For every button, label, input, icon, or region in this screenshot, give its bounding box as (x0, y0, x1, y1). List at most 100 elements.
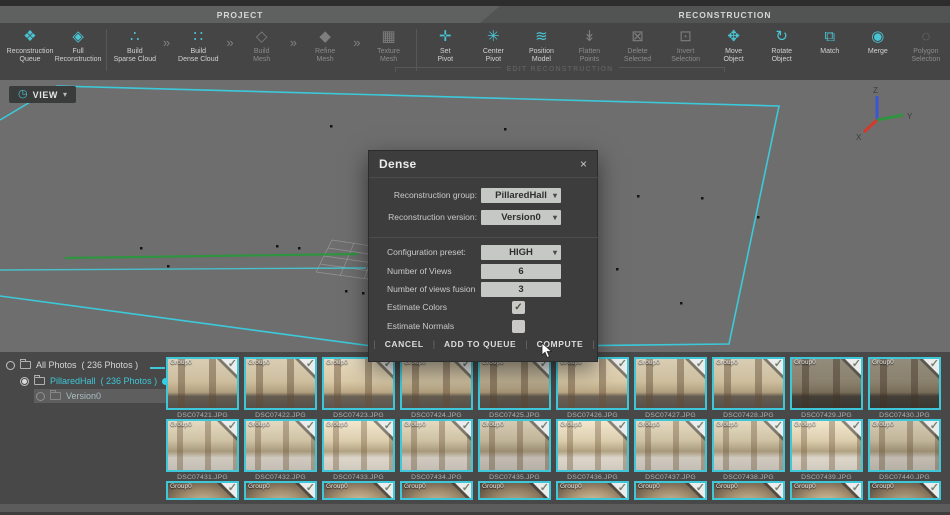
center-pivot-button[interactable]: ✳ Center Pivot (469, 27, 517, 64)
full-reconstruction-button[interactable]: ◈ Full Reconstruction (54, 27, 102, 64)
photo-thumb[interactable]: ✓ Group0 DSC07439.JPG (790, 419, 863, 483)
photo-thumb[interactable]: ✓ Group0 (790, 481, 863, 505)
tree-item-pillaredhall[interactable]: PillaredHall ( 236 Photos ) (20, 373, 169, 389)
move-object-button[interactable]: ✥ Move Object (710, 27, 758, 64)
build-dense-cloud-button[interactable]: ∷ Build Dense Cloud (174, 27, 222, 64)
edit-reconstruction-group-label: EDIT RECONSTRUCTION (395, 66, 725, 73)
photo-thumb[interactable]: ✓ Group0 (478, 481, 551, 505)
toolbar-separator[interactable] (102, 27, 111, 71)
axis-z-label: Z (873, 86, 878, 95)
trajectory-line-green (65, 254, 358, 258)
group-badge: Group0 (872, 359, 894, 366)
photo-thumb[interactable]: ✓ Group0 DSC07435.JPG (478, 419, 551, 483)
delete-selected-icon: ⊠ (631, 27, 644, 47)
photo-thumb[interactable]: ✓ Group0 DSC07436.JPG (556, 419, 629, 483)
reconstruction-version-dropdown[interactable]: Version0 ▾ (481, 210, 561, 225)
photo-thumb[interactable]: ✓ Group0 (556, 481, 629, 505)
match-button[interactable]: ⧉ Match (806, 27, 854, 56)
rotate-object-button[interactable]: ↻ Rotate Object (758, 27, 806, 64)
chevron-down-icon: ▾ (553, 248, 557, 257)
photo-thumb[interactable]: ✓ Group0 DSC07433.JPG (322, 419, 395, 483)
photo-thumb[interactable]: ✓ Group0 DSC07424.JPG (400, 357, 473, 421)
texture-mesh-button[interactable]: ▦ Texture Mesh (365, 27, 413, 64)
photo-thumb[interactable]: ✓ Group0 DSC07432.JPG (244, 419, 317, 483)
estimate-normals-checkbox[interactable] (512, 320, 525, 333)
application-window: PROJECT RECONSTRUCTION ❖ Reconstruction … (0, 0, 950, 515)
view-menu-button[interactable]: ◷ VIEW ▾ (9, 86, 76, 103)
polygon-selection-icon: ◌ (921, 27, 930, 47)
group-badge: Group0 (716, 483, 738, 490)
check-icon: ✓ (696, 419, 705, 432)
photo-thumb[interactable]: ✓ Group0 (322, 481, 395, 505)
configuration-preset-dropdown[interactable]: HIGH ▾ (481, 245, 561, 260)
tab-reconstruction[interactable]: RECONSTRUCTION (500, 6, 950, 23)
photo-thumb[interactable]: ✓ Group0 (400, 481, 473, 505)
photo-thumb[interactable]: ✓ Group0 (166, 481, 239, 505)
photo-thumb[interactable]: ✓ Group0 DSC07422.JPG (244, 357, 317, 421)
radio-selected-icon[interactable] (20, 377, 29, 386)
reconstruction-queue-button[interactable]: ❖ Reconstruction Queue (6, 27, 54, 64)
photo-thumb[interactable]: ✓ Group0 (868, 481, 941, 505)
flow-arrow-icon[interactable]: » (286, 27, 301, 53)
dense-cloud-icon: ∷ (193, 27, 203, 47)
invert-selection-button[interactable]: ⊡ Invert Selection (662, 27, 710, 64)
photo-thumb[interactable]: ✓ Group0 DSC07425.JPG (478, 357, 551, 421)
check-icon: ✓ (774, 357, 783, 370)
horizontal-scrollbar[interactable] (0, 504, 950, 512)
photo-thumb[interactable]: ✓ Group0 DSC07434.JPG (400, 419, 473, 483)
photo-thumb[interactable]: ✓ Group0 (244, 481, 317, 505)
build-sparse-cloud-button[interactable]: ∴ Build Sparse Cloud (111, 27, 159, 64)
close-icon[interactable]: × (580, 158, 587, 170)
rotate-object-icon: ↻ (775, 27, 788, 47)
photo-thumb[interactable]: ✓ Group0 DSC07437.JPG (634, 419, 707, 483)
group-badge: Group0 (404, 421, 426, 428)
photo-thumb[interactable]: ✓ Group0 DSC07440.JPG (868, 419, 941, 483)
flatten-points-button[interactable]: ↡ Flatten Points (565, 27, 613, 64)
photo-thumb[interactable]: ✓ Group0 DSC07431.JPG (166, 419, 239, 483)
estimate-colors-checkbox[interactable]: ✓ (512, 301, 525, 314)
photo-thumb[interactable]: ✓ Group0 DSC07423.JPG (322, 357, 395, 421)
photo-thumb[interactable]: ✓ Group0 DSC07426.JPG (556, 357, 629, 421)
match-icon: ⧉ (824, 27, 835, 47)
toolbar-button-label: Set Pivot (438, 48, 454, 64)
photo-thumb[interactable]: ✓ Group0 DSC07430.JPG (868, 357, 941, 421)
delete-selected-button[interactable]: ⊠ Delete Selected (614, 27, 662, 64)
photo-thumb[interactable]: ✓ Group0 DSC07427.JPG (634, 357, 707, 421)
photo-thumb[interactable]: ✓ Group0 (712, 481, 785, 505)
build-mesh-button[interactable]: ◇ Build Mesh (238, 27, 286, 64)
number-of-views-fusion-label: Number of views fusion (387, 284, 477, 294)
flow-arrow-icon[interactable]: » (222, 27, 237, 53)
radio-icon[interactable] (36, 392, 45, 401)
check-icon: ✓ (852, 481, 861, 494)
toolbar-button-label: Merge (868, 48, 888, 56)
photo-thumb[interactable]: ✓ Group0 (634, 481, 707, 505)
cancel-button[interactable]: CANCEL (385, 339, 424, 349)
photo-thumb[interactable]: ✓ Group0 DSC07438.JPG (712, 419, 785, 483)
polygon-selection-button[interactable]: ◌ Polygon Selection (902, 27, 950, 64)
group-badge: Group0 (638, 359, 660, 366)
flow-arrow-icon[interactable]: » (159, 27, 174, 53)
position-model-button[interactable]: ≋ Position Model (517, 27, 565, 64)
set-pivot-button[interactable]: ✛ Set Pivot (421, 27, 469, 64)
add-to-queue-button[interactable]: ADD TO QUEUE (444, 339, 516, 349)
toolbar-separator[interactable] (413, 27, 422, 71)
tree-item-version0[interactable]: Version0 (34, 389, 169, 403)
check-icon: ✓ (540, 481, 549, 494)
tree-item-all-photos[interactable]: All Photos ( 236 Photos ) (6, 357, 169, 373)
photo-thumb[interactable]: ✓ Group0 DSC07421.JPG (166, 357, 239, 421)
group-badge: Group0 (716, 359, 738, 366)
tab-project[interactable]: PROJECT (0, 6, 480, 23)
photo-thumb[interactable]: ✓ Group0 DSC07429.JPG (790, 357, 863, 421)
invert-selection-icon: ⊡ (679, 27, 692, 47)
refine-mesh-button[interactable]: ◆ Refine Mesh (301, 27, 349, 64)
toolbar-button-label: Reconstruction Queue (7, 48, 54, 64)
radio-icon[interactable] (6, 361, 15, 370)
check-icon: ✓ (306, 419, 315, 432)
flow-arrow-icon[interactable]: » (349, 27, 364, 53)
number-of-views-fusion-input[interactable]: 3 (481, 282, 561, 297)
reconstruction-group-dropdown[interactable]: PillaredHall ▾ (481, 188, 561, 203)
photo-thumb[interactable]: ✓ Group0 DSC07428.JPG (712, 357, 785, 421)
check-icon: ✓ (228, 357, 237, 370)
number-of-views-input[interactable]: 6 (481, 264, 561, 279)
merge-button[interactable]: ◉ Merge (854, 27, 902, 56)
